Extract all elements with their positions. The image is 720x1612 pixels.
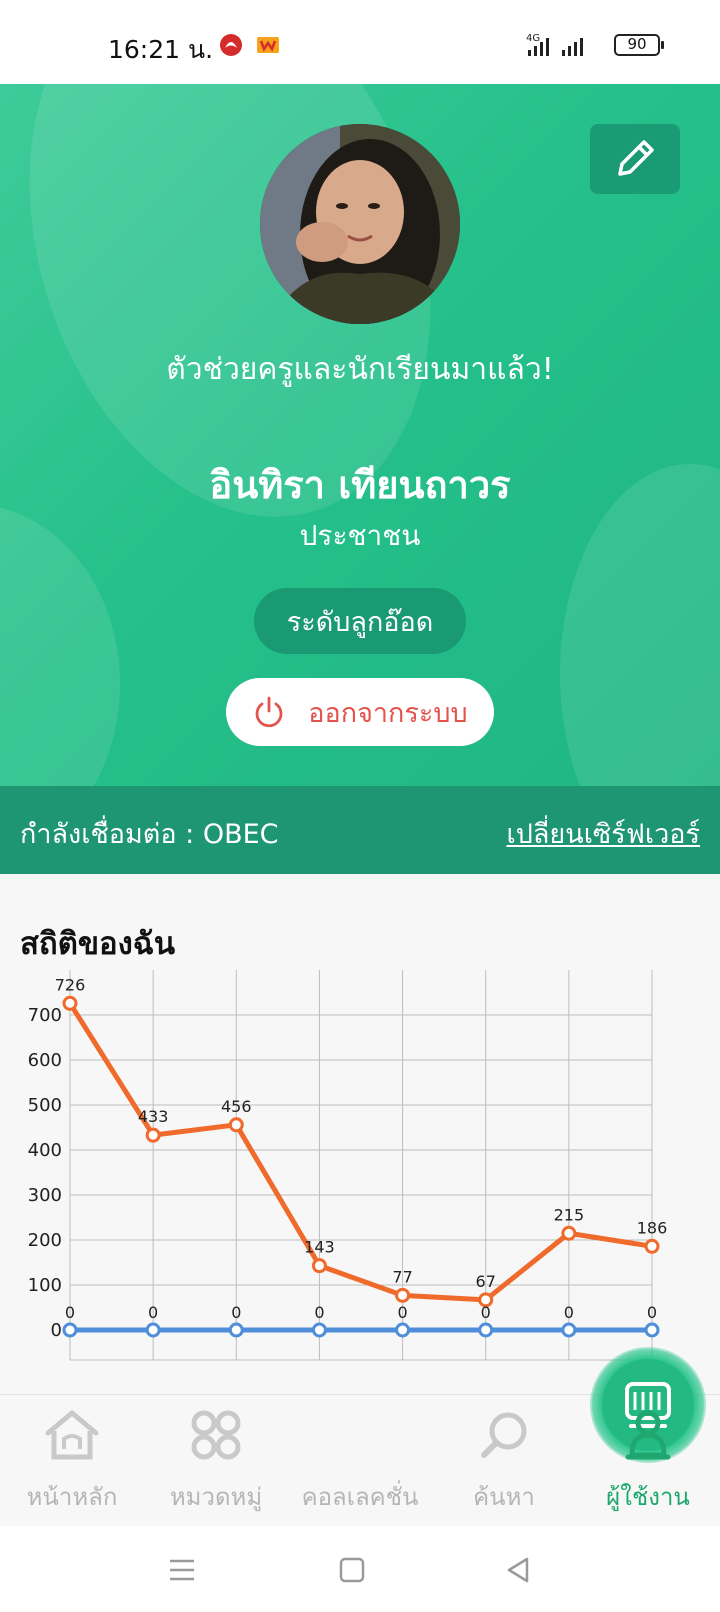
data-label: 143 [304,1238,335,1257]
bottom-nav: หน้าหลัก หมวดหมู่ คอลเลคชั่น ค้นหา ผู้ใช… [0,1347,720,1527]
power-icon [255,696,283,728]
data-label: 77 [392,1267,412,1286]
square-icon [339,1557,365,1583]
data-label: 433 [138,1107,169,1126]
user-icon [625,1410,671,1460]
home-icon [45,1410,99,1460]
nav-category[interactable]: หมวดหมู่ [144,1395,288,1527]
app-notification-icon-2 [257,37,279,53]
logout-label: ออกจากระบบ [308,697,468,729]
server-connection-label: กำลังเชื่อมต่อ : OBEC [20,819,279,850]
home-system-button[interactable] [330,1548,374,1592]
stats-section: สถิติของฉัน 0 100 200 300 400 500 600 700 726 433… [0,874,720,1394]
data-point [311,1258,327,1274]
edit-profile-button[interactable] [590,124,680,194]
data-label: 0 [314,1303,324,1322]
y-tick-label: 400 [28,1140,62,1161]
data-point [644,1238,660,1254]
y-tick-label: 0 [51,1320,62,1341]
y-tick-label: 200 [28,1230,62,1251]
nav-search[interactable]: ค้นหา [432,1395,576,1527]
category-grid-icon [191,1410,241,1460]
data-label: 0 [65,1303,75,1322]
recent-apps-button[interactable] [160,1548,204,1592]
menu-icon [170,1559,194,1581]
nav-category-label: หมวดหมู่ [169,1483,263,1511]
data-label: 0 [148,1303,158,1322]
data-label: 456 [221,1097,252,1116]
pencil-icon [618,140,654,176]
y-tick-label: 100 [28,1275,62,1296]
data-label: 0 [647,1303,657,1322]
nav-collection-label: คอลเลคชั่น [301,1483,419,1511]
data-point [561,1322,577,1338]
data-point [145,1322,161,1338]
data-label: 67 [476,1272,496,1291]
logout-button[interactable]: ออกจากระบบ [226,678,494,746]
data-label: 726 [55,975,86,994]
tagline: ตัวช่วยครูและนักเรียนมาแล้ว! [166,352,554,387]
data-point [478,1322,494,1338]
status-bar: 16:21 น. 4G 90 [0,0,720,82]
y-tick-label: 700 [28,1005,62,1026]
nav-home[interactable]: หน้าหลัก [0,1395,144,1527]
app-notification-icon [220,34,242,56]
data-point [311,1322,327,1338]
system-nav-bar [0,1526,720,1612]
user-role: ประชาชน [299,519,421,552]
data-label: 0 [481,1303,491,1322]
data-point [228,1117,244,1133]
nav-search-label: ค้นหา [473,1483,535,1511]
level-badge: ระดับลูกอ๊อด [254,588,466,654]
y-tick-label: 500 [28,1095,62,1116]
y-tick-label: 600 [28,1050,62,1071]
data-point [62,1322,78,1338]
avatar [260,124,460,324]
stats-chart: 010020030040050060070072643345614377 6721… [28,970,668,1361]
data-label: 186 [637,1218,668,1237]
data-point [395,1322,411,1338]
status-time: 16:21 น. [108,35,214,64]
series-line [67,1001,653,1303]
y-tick-label: 300 [28,1185,62,1206]
data-point [644,1322,660,1338]
data-point [395,1287,411,1303]
user-name: อินทิรา เทียนถาวร [209,463,511,507]
nav-collection[interactable]: คอลเลคชั่น [288,1347,706,1527]
avatar-photo [260,124,460,324]
nav-user-label: ผู้ใช้งาน [606,1483,690,1511]
signal-icon: 4G [526,33,583,56]
server-bar: กำลังเชื่อมต่อ : OBEC เปลี่ยนเซิร์ฟเวอร์ [0,786,720,874]
back-triangle-icon [507,1557,529,1583]
back-button[interactable] [496,1548,540,1592]
data-label: 0 [564,1303,574,1322]
data-label: 215 [554,1205,585,1224]
nav-user[interactable]: ผู้ใช้งาน [576,1395,720,1527]
data-point [145,1127,161,1143]
nav-home-label: หน้าหลัก [26,1483,118,1511]
svg-text:4G: 4G [526,33,540,44]
data-point [62,995,78,1011]
search-icon [481,1412,527,1458]
data-label: 0 [397,1303,407,1322]
data-point [561,1225,577,1241]
switch-server-link[interactable]: เปลี่ยนเซิร์ฟเวอร์ [507,812,700,855]
data-point [228,1322,244,1338]
battery-icon: 90 [614,34,664,56]
profile-header: ตัวช่วยครูและนักเรียนมาแล้ว! อินทิรา เที… [0,84,720,786]
data-label: 0 [231,1303,241,1322]
